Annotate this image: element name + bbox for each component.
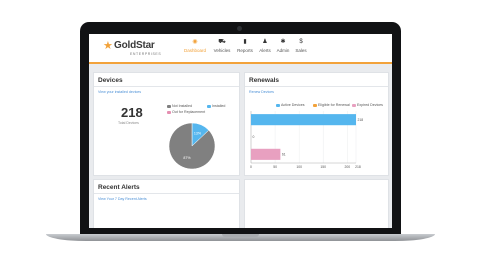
x-tick-label: 50 (273, 165, 277, 169)
renew-devices-link[interactable]: Renew Devices (249, 90, 274, 94)
pie-slice-label: 13% (194, 132, 202, 136)
legend-label: Out for Replacement (172, 110, 206, 114)
nav-sales-label: Sales (295, 48, 307, 53)
total-devices-count: 218 (121, 105, 143, 120)
nav-alerts-label: Alerts (259, 48, 271, 53)
nav-reports-label: Reports (237, 48, 253, 53)
divider (245, 86, 388, 87)
divider (94, 193, 239, 194)
legend-swatch (313, 103, 317, 107)
laptop-bezel: ★ GoldStar ENTERPRISES ◉ Dashboard ⛟ Veh… (80, 22, 401, 234)
legend-swatch (207, 104, 211, 108)
laptop-base (46, 234, 435, 241)
top-navbar: ★ GoldStar ENTERPRISES ◉ Dashboard ⛟ Veh… (89, 34, 392, 64)
devices-pie-chart: 13% 87% (168, 122, 216, 170)
nav-dashboard-label: Dashboard (183, 48, 206, 53)
bar-value-label: 0 (253, 135, 255, 139)
camera-dot (237, 26, 242, 31)
dashboard-icon: ◉ (192, 39, 198, 45)
laptop-notch (222, 234, 259, 237)
recent-alerts-link[interactable]: View Your 7 Day Recent Alerts (98, 197, 147, 201)
recent-alerts-panel: Recent Alerts View Your 7 Day Recent Ale… (93, 179, 240, 228)
devices-link[interactable]: View your installed devices (98, 90, 141, 94)
legend-not-installed[interactable]: Not Installed (167, 104, 192, 109)
x-tick-label: 218 (355, 165, 361, 169)
devices-title: Devices (98, 77, 123, 84)
nav-vehicles[interactable]: ⛟ Vehicles (212, 38, 232, 60)
brand-logo[interactable]: ★ GoldStar ENTERPRISES (103, 40, 163, 58)
legend-label: Not Installed (172, 104, 192, 108)
nav-admin[interactable]: ✱ Admin (275, 38, 291, 60)
nav-reports[interactable]: ▮ Reports (236, 38, 254, 60)
devices-panel: Devices View your installed devices 218 … (93, 72, 240, 176)
legend-swatch (167, 104, 171, 108)
legend-label: Eligible for Renewal (318, 103, 350, 107)
x-tick-label: 100 (296, 165, 302, 169)
nav-sales[interactable]: $ Sales (294, 38, 308, 60)
recent-alerts-title: Recent Alerts (98, 184, 140, 191)
empty-panel (244, 179, 389, 228)
logo-text: GoldStar (114, 40, 155, 51)
app-screen: ★ GoldStar ENTERPRISES ◉ Dashboard ⛟ Veh… (89, 34, 392, 228)
nav-alerts[interactable]: ♟ Alerts (258, 38, 272, 60)
x-tick-label: 0 (250, 165, 252, 169)
bar-chart-icon: ▮ (243, 39, 247, 45)
bar-value-label: 61 (282, 153, 286, 157)
legend-active-devices[interactable]: Active Devices (276, 103, 305, 108)
legend-label: Installed (212, 104, 226, 108)
x-tick-label: 200 (344, 165, 350, 169)
bar[interactable] (251, 148, 281, 160)
renewals-title: Renewals (249, 77, 279, 84)
logo-subtitle: ENTERPRISES (130, 52, 162, 56)
bell-icon: ♟ (262, 39, 268, 45)
pie-slice-label: 87% (183, 156, 191, 160)
gear-icon: ✱ (280, 39, 286, 45)
legend-swatch (167, 110, 171, 114)
star-icon: ★ (103, 40, 113, 52)
legend-swatch (276, 103, 280, 107)
legend-eligible-renewal[interactable]: Eligible for Renewal (313, 103, 350, 108)
divider (94, 86, 239, 87)
nav-dashboard[interactable]: ◉ Dashboard (182, 38, 208, 60)
legend-swatch (352, 103, 356, 107)
legend-label: Expired Devices (357, 103, 383, 107)
x-tick-label: 150 (320, 165, 326, 169)
legend-expired-devices[interactable]: Expired Devices (352, 103, 383, 108)
total-devices-label: Total Devices (118, 121, 139, 125)
bar-value-label: 218 (358, 118, 364, 122)
legend-out-for-replacement[interactable]: Out for Replacement (167, 110, 205, 115)
legend-label: Active Devices (281, 103, 305, 107)
nav-vehicles-label: Vehicles (213, 48, 231, 53)
bar[interactable] (251, 114, 356, 126)
nav-admin-label: Admin (276, 48, 290, 53)
renewals-panel: Renewals Renew Devices Active Devices El… (244, 72, 389, 176)
car-icon: ⛟ (218, 39, 226, 45)
renewals-bar-chart: 0 50 100 150 200 218 218 0 61 (250, 111, 364, 169)
dollar-icon: $ (299, 39, 303, 45)
legend-installed[interactable]: Installed (207, 104, 225, 109)
